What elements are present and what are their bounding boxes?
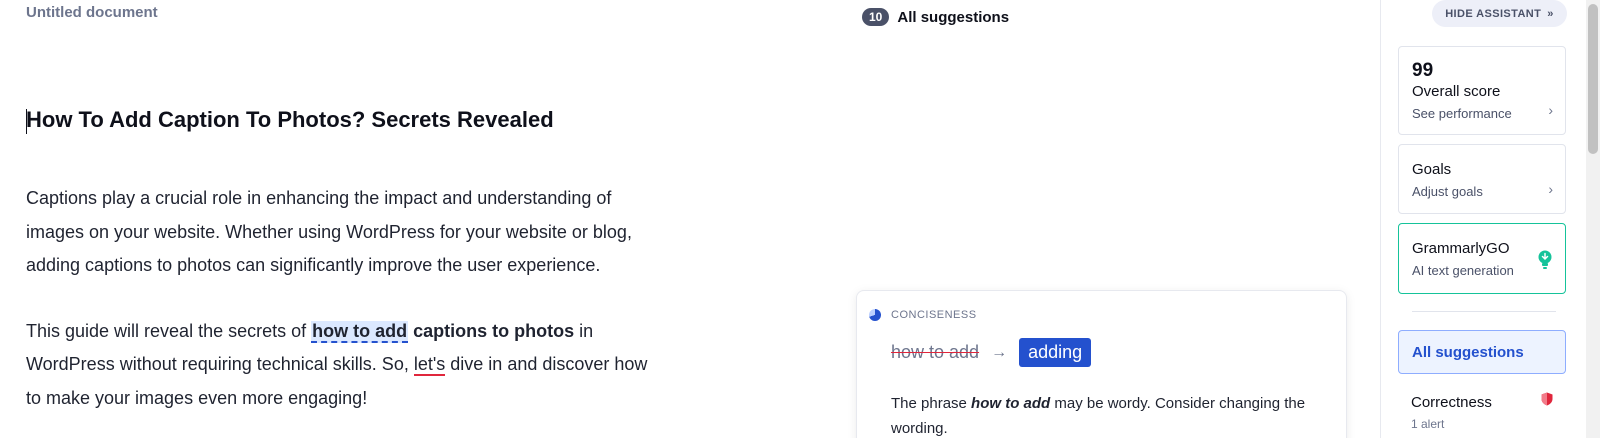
error-word[interactable]: let's bbox=[413, 354, 446, 376]
grammarlygo-card[interactable]: GrammarlyGO AI text generation bbox=[1398, 223, 1566, 294]
chevron-right-icon: › bbox=[1548, 181, 1553, 197]
correctness-title: Correctness bbox=[1411, 394, 1492, 411]
bold-phrase: captions to photos bbox=[408, 320, 575, 341]
hide-assistant-button[interactable]: HIDE ASSISTANT » bbox=[1432, 0, 1567, 27]
card-category: CONCISENESS bbox=[869, 309, 977, 321]
shield-icon bbox=[1541, 392, 1553, 406]
arrow-right-icon: → bbox=[991, 343, 1008, 361]
correctness-item[interactable]: Correctness 1 alert bbox=[1411, 392, 1561, 438]
score-title: Overall score bbox=[1412, 83, 1501, 100]
sidebar-divider bbox=[1412, 311, 1556, 312]
card-category-label: CONCISENESS bbox=[891, 309, 977, 321]
adjust-goals-link[interactable]: Adjust goals bbox=[1412, 184, 1483, 199]
double-chevron-right-icon: » bbox=[1547, 7, 1554, 20]
ai-text-generation-label: AI text generation bbox=[1412, 263, 1514, 278]
all-suggestions-button[interactable]: All suggestions bbox=[1398, 330, 1566, 374]
page-scrollbar[interactable] bbox=[1586, 0, 1600, 438]
card-desc-phrase: how to add bbox=[971, 395, 1051, 412]
card-desc-before: The phrase bbox=[891, 395, 972, 412]
original-phrase: how to add bbox=[891, 342, 980, 362]
hide-assistant-label: HIDE ASSISTANT bbox=[1445, 7, 1542, 20]
paragraph-2[interactable]: This guide will reveal the secrets of ho… bbox=[26, 315, 666, 416]
paragraph-2-text-before: This guide will reveal the secrets of bbox=[26, 320, 312, 341]
suggestions-header: 10 All suggestions bbox=[862, 8, 1009, 26]
goals-card[interactable]: Goals Adjust goals › bbox=[1398, 144, 1566, 214]
lightbulb-icon bbox=[1538, 250, 1552, 269]
document-title[interactable]: Untitled document bbox=[26, 4, 158, 21]
grammarlygo-title: GrammarlyGO bbox=[1412, 240, 1510, 257]
document-heading[interactable]: How To Add Caption To Photos? Secrets Re… bbox=[26, 100, 666, 140]
conciseness-icon bbox=[869, 309, 881, 321]
overall-score-card[interactable]: 99 Overall score See performance › bbox=[1398, 46, 1566, 135]
suggestions-title: All suggestions bbox=[897, 8, 1010, 26]
see-performance-link[interactable]: See performance bbox=[1412, 106, 1512, 121]
paragraph-1[interactable]: Captions play a crucial role in enhancin… bbox=[26, 182, 666, 283]
chevron-right-icon: › bbox=[1548, 102, 1553, 118]
highlighted-phrase[interactable]: how to add bbox=[311, 320, 409, 343]
card-description: The phrase how to add may be wordy. Cons… bbox=[891, 391, 1331, 438]
card-change-row: how to add → adding bbox=[891, 338, 1092, 367]
suggestion-count-badge: 10 bbox=[862, 8, 890, 26]
scrollbar-thumb[interactable] bbox=[1588, 4, 1598, 154]
correctness-alert-count: 1 alert bbox=[1411, 417, 1445, 431]
goals-title: Goals bbox=[1412, 161, 1452, 178]
accept-suggestion-button[interactable]: adding bbox=[1019, 338, 1092, 367]
score-value: 99 bbox=[1412, 60, 1434, 81]
suggestion-card[interactable]: CONCISENESS how to add → adding The phra… bbox=[856, 290, 1347, 438]
editor-area[interactable]: How To Add Caption To Photos? Secrets Re… bbox=[26, 100, 666, 415]
